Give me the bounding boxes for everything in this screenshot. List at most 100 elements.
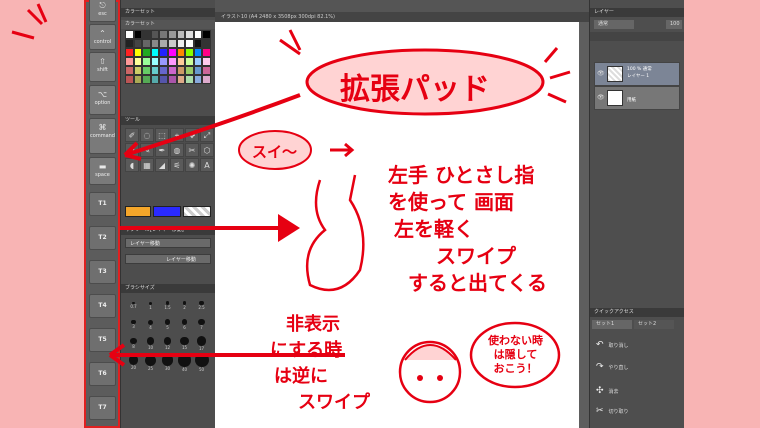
color-swatch[interactable] (202, 66, 211, 75)
color-swatch[interactable] (193, 30, 203, 39)
brush-size-option[interactable]: 1 (142, 296, 159, 315)
color-swatch[interactable] (167, 30, 177, 39)
brush-size-option[interactable]: 30 (159, 353, 176, 372)
color-swatch[interactable] (142, 30, 151, 39)
brush-size-option[interactable]: 20 (125, 353, 142, 372)
brush-size-option[interactable]: 2 (176, 296, 193, 315)
color-swatch[interactable] (159, 48, 168, 57)
brush-size-option[interactable]: 8 (125, 334, 142, 353)
color-swatch[interactable] (176, 57, 186, 66)
undo-button[interactable]: ↶ 取り消し (596, 340, 629, 350)
color-swatch[interactable] (133, 48, 143, 57)
color-swatch[interactable] (150, 75, 160, 84)
color-swatch[interactable] (125, 39, 134, 48)
color-swatch[interactable] (125, 57, 134, 66)
canvas-tab[interactable]: イラスト10 (A4 2480 x 3508px 300dpi 82.1%) (215, 12, 589, 22)
esc-key[interactable]: ⎋ esc (89, 0, 116, 22)
color-swatch[interactable] (159, 66, 168, 75)
tool-button[interactable]: ⚟ (170, 158, 184, 172)
tool-button[interactable]: ◖ (125, 158, 139, 172)
color-swatch[interactable] (150, 57, 160, 66)
tool-button[interactable]: ⬡ (200, 143, 214, 157)
tool-button[interactable]: A (200, 158, 214, 172)
brush-size-option[interactable]: 17 (193, 334, 210, 353)
color-swatch[interactable] (167, 48, 177, 57)
color-swatch[interactable] (125, 75, 134, 84)
subtool-layer-move[interactable]: レイヤー移動 (125, 238, 211, 248)
brush-size-option[interactable]: 12 (159, 334, 176, 353)
color-swatch[interactable] (133, 39, 143, 48)
color-swatch[interactable] (167, 66, 177, 75)
brush-size-option[interactable]: 6 (176, 315, 193, 334)
color-swatch[interactable] (185, 39, 194, 48)
color-swatch[interactable] (159, 57, 168, 66)
tool-button[interactable]: ◢ (155, 158, 169, 172)
color-swatch[interactable] (133, 30, 143, 39)
tool-button[interactable]: ✥ (185, 128, 199, 142)
color-swatch[interactable] (185, 30, 194, 39)
color-swatch[interactable] (125, 48, 134, 57)
subtool-layer-move-alt[interactable]: レイヤー移動 (125, 254, 211, 264)
tool-key-t3[interactable]: T3 (89, 260, 116, 284)
tab-set1[interactable]: セット1 (592, 320, 632, 329)
color-swatch[interactable] (185, 57, 194, 66)
brush-size-option[interactable]: 15 (176, 334, 193, 353)
brush-size-option[interactable]: 5 (159, 315, 176, 334)
color-swatch[interactable] (159, 39, 168, 48)
tool-key-t7[interactable]: T7 (89, 396, 116, 420)
redo-button[interactable]: ↷ やり直し (596, 362, 629, 372)
color-swatch[interactable] (193, 48, 203, 57)
tool-button[interactable]: ✐ (125, 128, 139, 142)
color-swatch[interactable] (167, 39, 177, 48)
color-swatch[interactable] (133, 75, 143, 84)
brush-size-option[interactable]: 1.5 (159, 296, 176, 315)
option-key[interactable]: ⌥ option (89, 85, 116, 115)
opacity-value[interactable]: 100 (666, 20, 682, 29)
color-swatch[interactable] (176, 48, 186, 57)
color-swatch[interactable] (202, 48, 211, 57)
eye-icon[interactable]: 👁 (597, 70, 605, 77)
brush-size-option[interactable]: 4 (142, 315, 159, 334)
tool-key-t6[interactable]: T6 (89, 362, 116, 386)
color-swatch[interactable] (176, 39, 186, 48)
tool-button[interactable]: ⤢ (200, 128, 214, 142)
tool-key-t1[interactable]: T1 (89, 192, 116, 216)
tool-key-t2[interactable]: T2 (89, 226, 116, 250)
tool-button[interactable]: ◍ (170, 143, 184, 157)
brush-size-option[interactable]: 50 (193, 353, 210, 372)
vertical-scrollbar[interactable] (579, 22, 589, 428)
command-key[interactable]: ⌘ command (89, 118, 116, 154)
tool-button[interactable]: ▦ (140, 158, 154, 172)
color-swatch[interactable] (202, 30, 211, 39)
color-swatch[interactable] (133, 57, 143, 66)
drawing-paper[interactable] (215, 22, 579, 428)
color-swatch[interactable] (125, 30, 134, 39)
tool-button[interactable]: ✂ (185, 143, 199, 157)
color-swatch[interactable] (150, 48, 160, 57)
brush-size-option[interactable]: 0.7 (125, 296, 142, 315)
brush-size-option[interactable]: 40 (176, 353, 193, 372)
tool-button[interactable]: ✺ (185, 158, 199, 172)
color-swatch[interactable] (142, 75, 151, 84)
color-swatch[interactable] (125, 66, 134, 75)
color-swatch[interactable] (185, 66, 194, 75)
color-swatch[interactable] (159, 75, 168, 84)
tool-button[interactable]: ⚲ (125, 143, 139, 157)
color-swatch[interactable] (150, 66, 160, 75)
brush-size-option[interactable]: 7 (193, 315, 210, 334)
layer-row-1[interactable]: 👁 100 % 通常 レイヤー 1 (594, 62, 680, 86)
color-swatch[interactable] (193, 66, 203, 75)
brush-size-option[interactable]: 2.5 (193, 296, 210, 315)
tool-button[interactable]: ✒ (155, 143, 169, 157)
color-swatch[interactable] (193, 75, 203, 84)
cut-button[interactable]: ✂ 切り取り (596, 406, 629, 416)
color-swatch[interactable] (150, 30, 160, 39)
color-swatch[interactable] (150, 39, 160, 48)
color-swatch[interactable] (202, 39, 211, 48)
color-swatch[interactable] (142, 57, 151, 66)
tool-button[interactable]: ⌖ (170, 128, 184, 142)
color-swatch[interactable] (167, 57, 177, 66)
brush-size-option[interactable]: 3 (125, 315, 142, 334)
tab-set2[interactable]: セット2 (634, 320, 674, 329)
space-key[interactable]: ▬ space (89, 157, 116, 185)
